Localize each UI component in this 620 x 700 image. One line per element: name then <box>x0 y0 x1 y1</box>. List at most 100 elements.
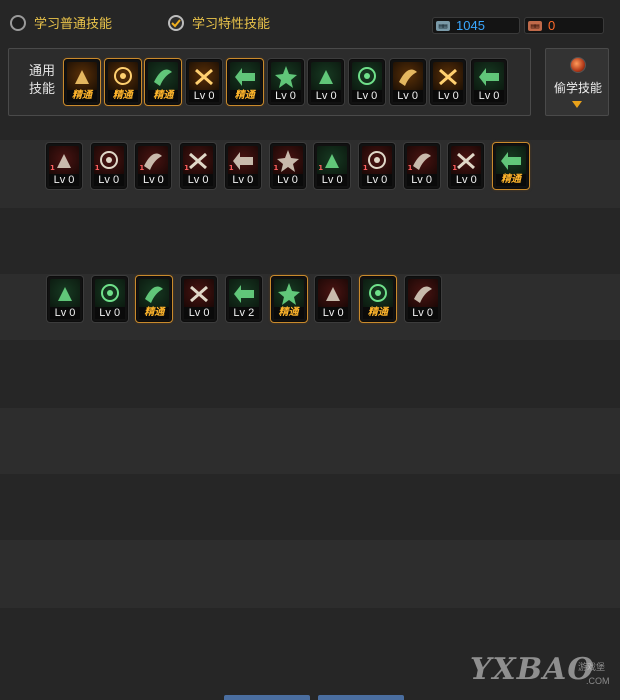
blade-icon <box>184 279 215 308</box>
skill-level-label: Lv 0 <box>138 174 169 186</box>
skill-level-label: Lv 0 <box>407 307 438 319</box>
skill-icon[interactable]: 精通 <box>136 276 173 322</box>
skill-icon[interactable]: Lv 0 <box>389 59 426 105</box>
general-skills-label: 通用技能 <box>28 64 55 97</box>
skill-level-label: Lv 0 <box>317 174 348 186</box>
target-figure-icon <box>94 279 125 308</box>
watermark-sub: 游戏堡 <box>578 663 606 673</box>
skill-icon[interactable]: 1 Lv 0 <box>448 143 485 189</box>
skill-icon[interactable]: Lv 0 <box>471 59 507 105</box>
gunner-icon <box>318 279 349 308</box>
book-icon: ▤▤ <box>436 20 450 31</box>
skill-level-label: 精通 <box>496 174 526 186</box>
skill-icon[interactable]: 1 Lv 0 <box>135 143 172 189</box>
skill-icon[interactable]: 1 Lv 0 <box>358 143 395 189</box>
learn-normal-skills-label: 学习普通技能 <box>34 17 113 32</box>
skill-tag: 1 <box>184 164 189 172</box>
skill-icon[interactable]: 1 Lv 0 <box>403 143 440 189</box>
skill-icon[interactable]: 精通 <box>359 276 396 322</box>
skill-tag: 1 <box>362 164 368 172</box>
skill-icon[interactable]: Lv 0 <box>186 59 223 105</box>
skill-row-background <box>0 340 620 408</box>
learn-special-skills-option[interactable]: 学习特性技能 <box>168 13 270 32</box>
skill-icon[interactable]: Lv 0 <box>308 59 345 105</box>
skill-row-background <box>0 474 620 540</box>
warrior-icon <box>311 62 342 91</box>
radio-checked-icon <box>168 14 184 31</box>
swirl-shot-icon <box>362 279 393 308</box>
skill-level-label: Lv 0 <box>94 307 125 319</box>
sparkle-icon <box>139 279 170 308</box>
skill-icon[interactable]: Lv 0 <box>348 59 385 105</box>
wings-icon <box>189 62 220 91</box>
skill-icon[interactable]: Lv 0 <box>181 276 218 322</box>
skill-icon[interactable]: 1 Lv 0 <box>269 143 306 189</box>
skill-tag: 1 <box>407 164 413 172</box>
skill-level-label: Lv 0 <box>184 307 215 319</box>
bottom-tab[interactable] <box>224 695 310 700</box>
skill-level-label: Lv 0 <box>183 174 214 186</box>
skill-icon[interactable]: Lv 0 <box>267 59 304 105</box>
dragon-icon <box>407 279 438 308</box>
special-points-value: 0 <box>548 18 556 33</box>
skill-icon[interactable]: 1 Lv 0 <box>46 143 82 189</box>
steal-skill-label: 偷学技能 <box>553 81 602 95</box>
skill-icon[interactable]: Lv 0 <box>430 59 467 105</box>
skill-level-label: Lv 0 <box>392 90 423 102</box>
skill-level-label: 精通 <box>148 90 179 102</box>
steal-skill-button[interactable]: 偷学技能 <box>545 48 609 116</box>
skill-tag: 1 <box>139 164 145 172</box>
skill-tag: 1 <box>50 164 55 172</box>
skill-icon[interactable]: 1 Lv 0 <box>314 143 351 189</box>
skill-level-label: 精通 <box>273 307 304 319</box>
skill-icon[interactable]: 精通 <box>104 59 141 105</box>
watermark-domain: .COM <box>586 676 610 686</box>
flame-figure-icon <box>107 62 138 91</box>
skill-icon[interactable]: Lv 0 <box>91 276 128 322</box>
skill-icon[interactable]: Lv 0 <box>315 276 352 322</box>
skill-level-label: 精通 <box>139 307 170 319</box>
skill-tag: 1 <box>318 164 324 172</box>
skill-icon[interactable]: Lv 0 <box>404 276 441 322</box>
skill-tag: 1 <box>94 164 100 172</box>
skill-icon[interactable]: 精通 <box>64 59 100 105</box>
skill-icon[interactable]: 1 Lv 0 <box>90 143 127 189</box>
fire-figure-icon <box>433 62 464 91</box>
skill-icon[interactable]: Lv 2 <box>225 276 262 322</box>
watermark-logo: YXBAO <box>470 652 595 687</box>
bottom-tab[interactable] <box>318 695 404 700</box>
skill-level-label: Lv 0 <box>406 174 437 186</box>
skill-level-label: 精通 <box>107 90 138 102</box>
skill-level-label: Lv 0 <box>311 90 342 102</box>
skill-row-background <box>0 540 620 608</box>
skill-tag: 1 <box>273 164 279 172</box>
learn-normal-skills-option[interactable]: 学习普通技能 <box>10 13 112 32</box>
running-figure-icon <box>496 146 526 175</box>
skill-icon[interactable]: 精通 <box>493 143 529 189</box>
skill-tag: 1 <box>452 164 458 172</box>
crosshair-icon <box>270 62 301 91</box>
skill-icon[interactable]: Lv 0 <box>47 276 83 322</box>
sitting-figure-icon <box>67 62 97 91</box>
skill-icon[interactable]: 精通 <box>226 59 263 105</box>
skill-level-label: Lv 0 <box>49 174 79 186</box>
skill-points-counter: ▤▤ 1045 <box>432 17 520 34</box>
dash-figure-icon <box>351 62 382 91</box>
skill-level-label: Lv 0 <box>50 307 80 319</box>
skill-level-label: Lv 0 <box>433 90 464 102</box>
skill-level-label: 精通 <box>362 307 393 319</box>
skill-icon[interactable]: 精通 <box>145 59 182 105</box>
skill-icon[interactable]: 1 Lv 0 <box>224 143 261 189</box>
skill-level-label: Lv 0 <box>272 174 303 186</box>
skill-level-label: Lv 0 <box>451 174 482 186</box>
skill-level-label: Lv 0 <box>361 174 392 186</box>
tree-icon <box>228 279 259 308</box>
skill-level-label: Lv 0 <box>227 174 258 186</box>
orb-icon <box>570 57 586 73</box>
skill-icon[interactable]: 1 Lv 0 <box>180 143 217 189</box>
skill-level-label: 精通 <box>67 90 97 102</box>
skill-level-label: Lv 2 <box>228 307 259 319</box>
skill-row-background <box>0 208 620 274</box>
skill-level-label: Lv 0 <box>189 90 220 102</box>
skill-icon[interactable]: 精通 <box>270 276 307 322</box>
